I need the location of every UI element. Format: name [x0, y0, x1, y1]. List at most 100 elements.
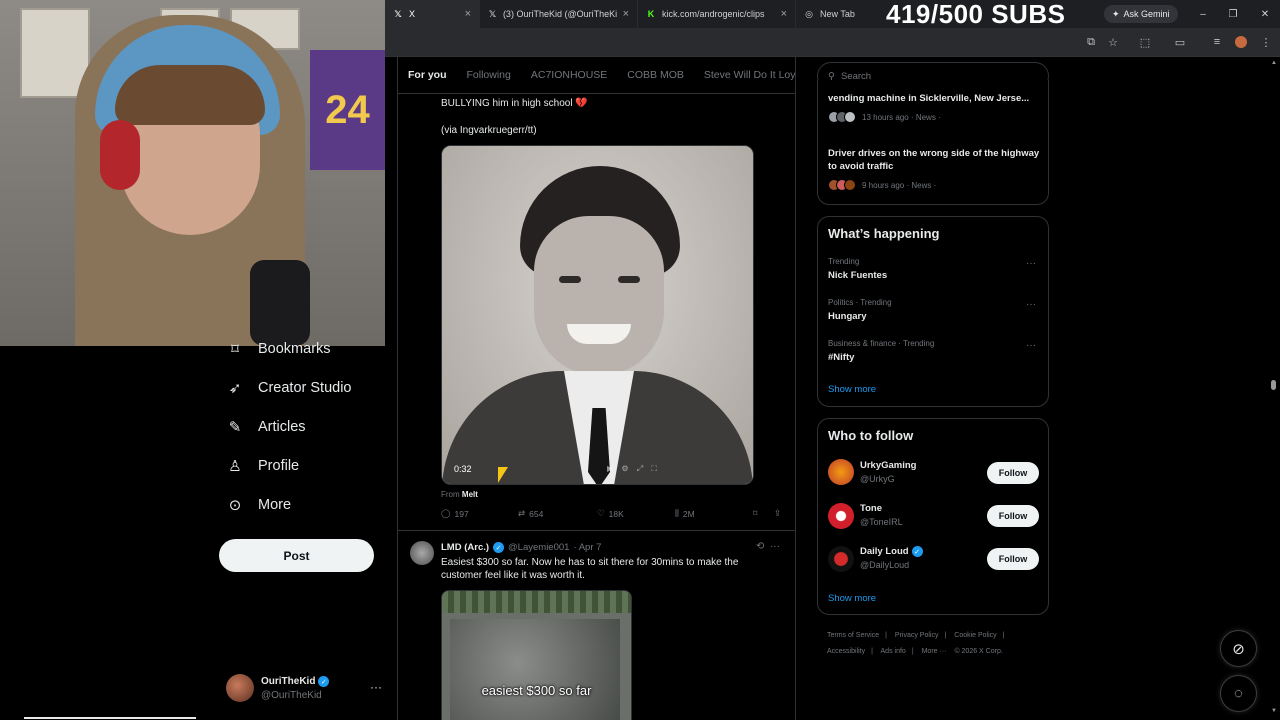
news-item-title[interactable]: vending machine in Sicklerville, New Jer…	[828, 92, 1042, 105]
avatar[interactable]	[828, 546, 854, 572]
view-count: 2M	[682, 508, 695, 519]
globe-icon: ◎	[805, 8, 813, 19]
browser-tab[interactable]: 𝕏 (3) OuriTheKid (@OuriTheKid) / ×	[480, 0, 638, 28]
browser-tab[interactable]: ◎ New Tab	[796, 0, 876, 28]
follow-handle: @ToneIRL	[860, 517, 903, 527]
tab-ac7ionhouse[interactable]: AC7IONHOUSE	[521, 57, 617, 94]
webcam-overlay: 24	[0, 0, 385, 346]
author-name[interactable]: LMD (Arc.)	[441, 542, 489, 553]
close-icon[interactable]: ×	[623, 8, 629, 20]
sidebar-item-more[interactable]: ⊙ More	[226, 493, 291, 517]
tab-for-you[interactable]: For you	[398, 57, 457, 94]
profile-icon[interactable]	[1233, 34, 1249, 50]
views-button[interactable]: ⫼ 2M	[675, 508, 695, 519]
show-more-link[interactable]: Show more	[828, 593, 876, 604]
more-dots-icon[interactable]: ···	[370, 680, 382, 694]
footer-link[interactable]: Ads info	[881, 648, 906, 655]
scroll-down-icon[interactable]: ▼	[1271, 708, 1277, 714]
show-more-link[interactable]: Show more	[828, 384, 876, 395]
more-dots-icon[interactable]: ···	[1026, 258, 1036, 269]
person-icon: ♙	[228, 458, 242, 475]
avatar[interactable]	[828, 459, 854, 485]
close-icon[interactable]: ×	[465, 8, 471, 20]
post-button[interactable]: Post	[219, 539, 374, 572]
tab-following[interactable]: Following	[457, 57, 521, 94]
sidebar-item-profile[interactable]: ♙ Profile	[226, 454, 299, 478]
more-dots-icon[interactable]: ···	[770, 541, 780, 552]
tweet-date[interactable]: · Apr 7	[573, 542, 601, 553]
trend-item[interactable]: #Nifty	[828, 352, 854, 363]
media-icon[interactable]: ≡	[1209, 34, 1225, 50]
footer-link[interactable]: Terms of Service	[827, 632, 879, 639]
footer-link[interactable]: Privacy Policy	[895, 632, 939, 639]
whats-happening-panel: What’s happening Trending Nick Fuentes ·…	[817, 216, 1049, 407]
tab-cobb-mob[interactable]: COBB MOB	[617, 57, 694, 94]
kebab-menu-icon[interactable]: ⋮	[1258, 34, 1274, 50]
account-switcher[interactable]: OuriTheKid ✓ @OuriTheKid ···	[226, 674, 386, 706]
follow-button[interactable]: Follow	[987, 462, 1039, 484]
bookmark-icon: ⌑	[753, 508, 758, 518]
follow-button[interactable]: Follow	[987, 548, 1039, 570]
verified-icon: ✓	[911, 546, 923, 557]
bookmark-button[interactable]: ⌑	[753, 508, 757, 519]
article-icon: ✎	[228, 419, 242, 436]
more-dots-icon[interactable]: ···	[1026, 340, 1036, 351]
tweet-media[interactable]: easiest $300 so far	[441, 590, 632, 720]
avatar[interactable]	[410, 541, 434, 565]
browser-tab[interactable]: 𝕏 X ×	[385, 0, 480, 28]
reply-button[interactable]: ◯ 197	[441, 508, 469, 519]
video-player[interactable]: 0:32 ▶ ⚙ ⤢ ⛶	[441, 145, 754, 485]
tweet-header: LMD (Arc.) ✓ @Layemie001 · Apr 7	[441, 542, 601, 553]
scrollbar-thumb[interactable]	[1271, 380, 1276, 390]
from-source[interactable]: From Melt	[441, 490, 478, 499]
follow-name[interactable]: Daily Loud ✓	[860, 546, 923, 557]
news-item-meta: 13 hours ago · News ·	[828, 111, 941, 123]
follow-name[interactable]: Tone	[860, 503, 882, 514]
avatar	[828, 179, 856, 191]
close-icon[interactable]: ×	[781, 8, 787, 20]
news-item-title[interactable]: Driver drives on the wrong side of the h…	[828, 147, 1042, 173]
grok-icon[interactable]: ⟲	[756, 541, 764, 552]
author-handle[interactable]: @Layemie001	[508, 542, 569, 553]
trend-item[interactable]: Hungary	[828, 311, 867, 322]
tab-label: New Tab	[820, 9, 855, 19]
scroll-up-icon[interactable]: ▲	[1271, 60, 1277, 66]
tab-steve-will-do-it-loyal[interactable]: Steve Will Do It Loyal	[694, 57, 795, 94]
repost-button[interactable]: ⇄ 654	[518, 508, 543, 519]
sidebar-item-label: Bookmarks	[258, 341, 331, 357]
grok-icon: ⊘	[1232, 640, 1245, 658]
extensions-icon[interactable]: ⬚	[1137, 34, 1153, 50]
from-label: From	[441, 490, 460, 499]
sparkle-icon: ✦	[1112, 8, 1120, 19]
restore-icon[interactable]: ❐	[1218, 0, 1248, 28]
footer-link[interactable]: Accessibility	[827, 648, 865, 655]
close-window-icon[interactable]: ✕	[1250, 0, 1280, 28]
share-button[interactable]: ⇪	[774, 508, 781, 519]
sidebar-item-articles[interactable]: ✎ Articles	[226, 415, 306, 439]
messages-button[interactable]: ◌	[1220, 675, 1257, 712]
install-icon[interactable]: ⧉	[1083, 34, 1099, 50]
footer-link[interactable]: Cookie Policy	[954, 632, 996, 639]
browser-tab[interactable]: K kick.com/androgenic/clips ×	[638, 0, 796, 28]
account-name: OuriTheKid	[261, 676, 316, 687]
x-logo-icon: 𝕏	[488, 8, 497, 19]
sidebar-item-creator-studio[interactable]: ➶ Creator Studio	[226, 376, 352, 400]
ask-gemini-button[interactable]: ✦ Ask Gemini	[1104, 5, 1178, 23]
video-controls[interactable]: ▶ ⚙ ⤢ ⛶	[607, 464, 660, 474]
minimize-icon[interactable]: –	[1188, 0, 1218, 28]
grok-button[interactable]: ⊘	[1220, 630, 1257, 667]
avatar[interactable]	[828, 503, 854, 529]
sidepanel-icon[interactable]: ▭	[1172, 34, 1188, 50]
sidebar-item-bookmarks[interactable]: ⌑ Bookmarks	[226, 337, 331, 361]
like-count: 18K	[608, 508, 624, 519]
star-icon[interactable]: ☆	[1105, 34, 1121, 50]
footer-link[interactable]: More ···	[922, 648, 947, 655]
trend-item[interactable]: Nick Fuentes	[828, 270, 887, 281]
follow-name[interactable]: UrkyGaming	[860, 460, 917, 471]
main-feed: For you Following AC7IONHOUSE COBB MOB S…	[397, 57, 796, 720]
reply-icon: ◯	[441, 508, 451, 518]
gemini-label: Ask Gemini	[1123, 9, 1170, 19]
follow-button[interactable]: Follow	[987, 505, 1039, 527]
like-button[interactable]: ♡ 18K	[597, 508, 624, 519]
more-dots-icon[interactable]: ···	[1026, 299, 1036, 310]
